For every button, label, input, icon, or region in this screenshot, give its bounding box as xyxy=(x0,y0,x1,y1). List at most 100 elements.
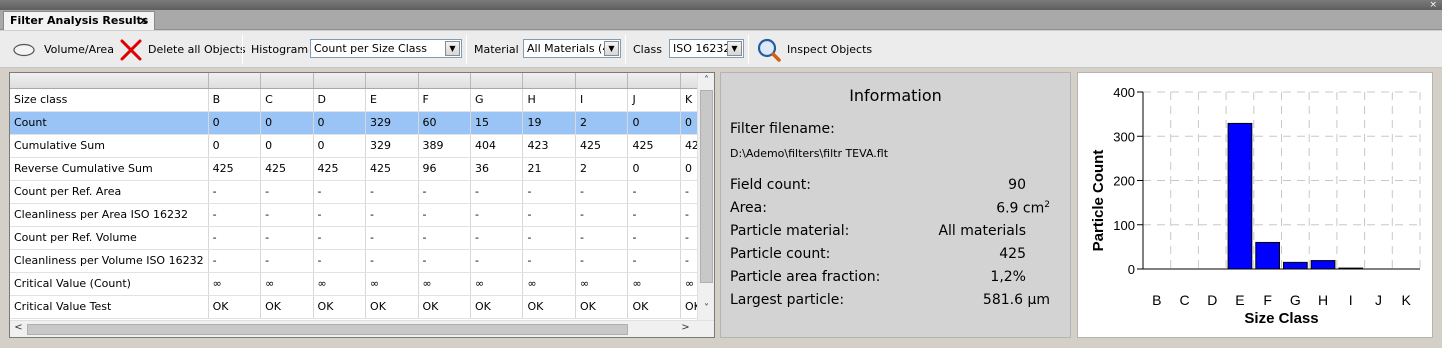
chevron-down-icon[interactable]: ▼ xyxy=(445,41,460,56)
table-cell: ∞ xyxy=(522,272,576,296)
table-cell: - xyxy=(627,203,681,227)
tab-title: Filter Analysis Results xyxy=(10,14,149,27)
table-cell: - xyxy=(365,203,419,227)
table-cell: 425 xyxy=(313,157,367,181)
table-cell: 423 xyxy=(522,134,576,158)
grid-header-cell[interactable] xyxy=(470,73,524,89)
table-cell: - xyxy=(260,249,314,273)
table-cell: - xyxy=(260,203,314,227)
table-row[interactable]: Cleanliness per Volume ISO 16232- - - - - - - -… xyxy=(10,249,714,273)
table-cell: - xyxy=(627,180,681,204)
table-cell: OK xyxy=(470,295,524,319)
grid-header-cell[interactable] xyxy=(208,73,262,89)
class-select-value: ISO 16232 xyxy=(673,42,731,55)
material-select[interactable]: All Materials (42 ▼ xyxy=(523,39,621,58)
table-row[interactable]: Reverse Cumulative Sum 425 425 425 425 96 36 21… xyxy=(10,157,714,181)
table-row[interactable]: Cumulative Sum 0 0 0 329 389 404 423 425 425 425 xyxy=(10,134,714,158)
volume-area-button[interactable]: Volume/Area xyxy=(12,31,114,68)
y-axis-title: Particle Count xyxy=(1090,150,1107,252)
table-cell: - xyxy=(627,226,681,250)
table-cell: - xyxy=(627,249,681,273)
table-cell: C xyxy=(260,88,314,112)
horizontal-scrollbar[interactable]: < > xyxy=(10,320,714,337)
table-row[interactable]: Size class B C D E F G H I J K xyxy=(10,88,714,112)
x-tick-label: C xyxy=(1179,292,1189,308)
table-cell: 329 xyxy=(365,134,419,158)
table-cell: - xyxy=(575,180,629,204)
histogram-select[interactable]: Count per Size Class ▼ xyxy=(310,39,462,58)
toolbar-separator xyxy=(242,35,243,64)
area-value: 6.9 cm2 xyxy=(996,200,1050,217)
vertical-scrollbar[interactable]: ˄ ˅ xyxy=(697,73,714,320)
grid-header-cell[interactable] xyxy=(575,73,629,89)
table-row[interactable]: Count per Ref. Volume - - - - - - - - - - xyxy=(10,226,714,250)
table-cell: - xyxy=(470,249,524,273)
information-title: Information xyxy=(849,86,942,105)
table-cell: - xyxy=(418,249,472,273)
x-tick-label: F xyxy=(1263,292,1272,308)
table-row[interactable]: Critical Value Test OK OK OK OK OK OK OK OK OK OK xyxy=(10,295,714,319)
table-cell: 96 xyxy=(418,157,472,181)
table-cell: I xyxy=(575,88,629,112)
scroll-right-icon[interactable]: > xyxy=(677,322,694,333)
table-cell: ∞ xyxy=(208,272,262,296)
bar-f xyxy=(1255,241,1281,270)
tab-filter-analysis-results[interactable]: Filter Analysis Results × xyxy=(3,11,155,30)
information-panel: Information Filter filename: D:\Ademo\fi… xyxy=(720,72,1071,338)
table-cell: OK xyxy=(522,295,576,319)
scroll-up-icon[interactable]: ˄ xyxy=(698,75,714,86)
grid-header-cell[interactable] xyxy=(418,73,472,89)
chevron-down-icon[interactable]: ▼ xyxy=(604,41,619,56)
bar-h xyxy=(1310,260,1336,270)
window-close-icon[interactable]: × xyxy=(1429,0,1437,10)
delete-x-icon xyxy=(120,39,142,60)
ellipse-icon xyxy=(13,43,35,56)
horizontal-scroll-thumb[interactable] xyxy=(27,324,628,335)
table-row[interactable]: Cleanliness per Area ISO 16232- - - - - - - - - - xyxy=(10,203,714,227)
table-cell: - xyxy=(418,203,472,227)
table-cell: 19 xyxy=(522,111,576,135)
grid-header-cell[interactable] xyxy=(313,73,367,89)
scroll-down-icon[interactable]: ˅ xyxy=(698,303,714,314)
grid-header-cell[interactable] xyxy=(627,73,681,89)
table-row[interactable]: Count 0 0 0 329 60 15 19 2 0 0 xyxy=(10,111,714,135)
x-axis-title: Size Class xyxy=(1244,310,1318,327)
table-row[interactable]: Critical Value (Count) ∞ ∞ ∞ ∞ ∞ ∞ ∞ ∞ ∞ ∞ xyxy=(10,272,714,296)
grid-header-cell[interactable] xyxy=(365,73,419,89)
chevron-down-icon[interactable]: ▼ xyxy=(727,41,742,56)
material-select-value: All Materials (42 xyxy=(527,42,617,55)
vertical-scroll-thumb[interactable] xyxy=(700,90,713,283)
area-number: 6.9 cm xyxy=(996,200,1045,217)
particle-count-value: 425 xyxy=(999,246,1026,262)
table-cell: 60 xyxy=(418,111,472,135)
table-row[interactable]: Count per Ref. Area - - - - - - - - - - xyxy=(10,180,714,204)
table-cell: OK xyxy=(365,295,419,319)
table-cell: F xyxy=(418,88,472,112)
class-label: Class xyxy=(633,43,662,56)
table-cell: - xyxy=(418,180,472,204)
delete-all-objects-button[interactable]: Delete all Objects xyxy=(119,31,246,68)
row-label: Size class xyxy=(10,88,209,112)
filter-filename-label: Filter filename: xyxy=(730,121,835,137)
bar-e xyxy=(1227,122,1253,270)
y-tick-label: 200 xyxy=(1113,174,1135,189)
grid-header-cell[interactable] xyxy=(522,73,576,89)
table-cell: OK xyxy=(627,295,681,319)
row-label: Count per Ref. Area xyxy=(10,180,209,204)
table-cell: 2 xyxy=(575,111,629,135)
scroll-left-icon[interactable]: < xyxy=(10,322,27,333)
table-cell: - xyxy=(208,203,262,227)
field-count-value: 90 xyxy=(1008,177,1026,193)
tab-close-icon[interactable]: × xyxy=(139,14,148,27)
grid-header-cell[interactable] xyxy=(260,73,314,89)
row-label: Critical Value (Count) xyxy=(10,272,209,296)
y-tick-label: 400 xyxy=(1113,85,1135,100)
inspect-objects-button[interactable]: Inspect Objects xyxy=(756,31,872,68)
table-cell: 15 xyxy=(470,111,524,135)
table-cell: 425 xyxy=(365,157,419,181)
row-label: Count per Ref. Volume xyxy=(10,226,209,250)
table-cell: - xyxy=(260,180,314,204)
delete-all-objects-label: Delete all Objects xyxy=(148,43,246,56)
grid-header-cell[interactable] xyxy=(10,73,209,89)
class-select[interactable]: ISO 16232 ▼ xyxy=(669,39,744,58)
